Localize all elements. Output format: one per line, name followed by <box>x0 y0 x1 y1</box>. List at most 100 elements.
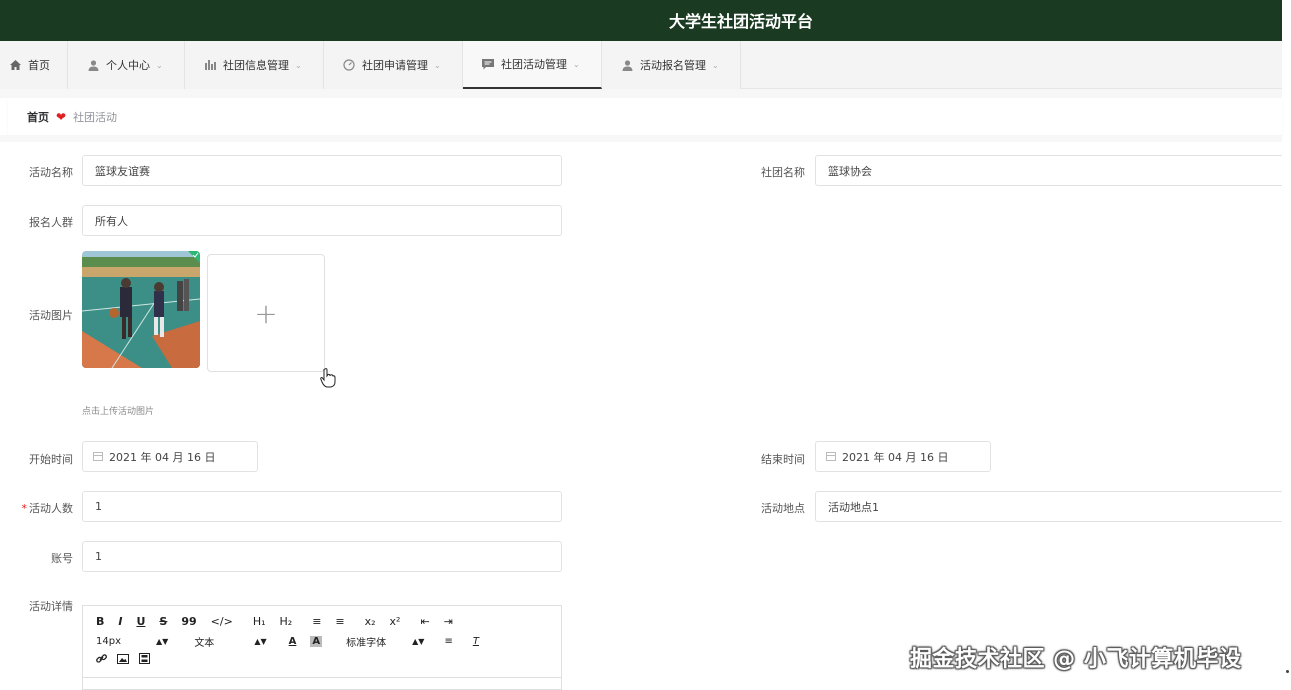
audience-label: 报名人群 <box>29 216 73 229</box>
nav-label: 个人中心 <box>106 59 150 72</box>
rich-text-editor[interactable]: B I U S 99 </> H₁ H₂ ≡ ≡ x₂ x² ⇤ ⇥ 14px … <box>82 605 562 690</box>
audience-value: 所有人 <box>95 214 128 228</box>
nav-label: 社团活动管理 <box>501 58 567 71</box>
nav-item-club-activity[interactable]: 社团活动管理 ⌄ <box>463 41 602 89</box>
location-field[interactable]: 活动地点1 <box>815 491 1282 522</box>
club-name-field[interactable]: 篮球协会 <box>815 155 1282 186</box>
strikethrough-button[interactable]: S <box>159 615 167 628</box>
calendar-icon <box>826 452 836 461</box>
user-icon <box>621 59 633 71</box>
ordered-list-button[interactable]: ≡ <box>312 615 321 628</box>
app-title: 大学生社团活动平台 <box>668 12 813 31</box>
upload-hint: 点击上传活动图片 <box>82 407 155 417</box>
clear-format-icon[interactable]: T <box>473 636 479 647</box>
editor-divider <box>83 677 561 678</box>
dashboard-icon <box>343 59 355 71</box>
blockquote-button[interactable]: 99 <box>181 615 196 628</box>
indent-button[interactable]: ⇥ <box>444 615 453 628</box>
align-icon[interactable]: ≡ <box>444 636 452 647</box>
details-label: 活动详情 <box>29 600 73 613</box>
outdent-button[interactable]: ⇤ <box>420 615 429 628</box>
account-value: 1 <box>95 550 102 563</box>
plus-icon: + <box>254 296 278 330</box>
nav-label: 首页 <box>28 59 50 72</box>
participants-value: 1 <box>95 500 102 513</box>
chevron-down-icon: ⌄ <box>434 60 441 70</box>
watermark-text: 掘金技术社区 @ 小飞计算机毕设 <box>910 647 1242 672</box>
club-name-label: 社团名称 <box>761 166 805 179</box>
dot <box>1286 670 1289 673</box>
chart-icon <box>204 59 216 71</box>
activity-image-thumbnail[interactable] <box>82 251 200 368</box>
nav-label: 活动报名管理 <box>640 59 706 72</box>
select-arrows-icon: ▲▼ <box>254 637 267 646</box>
location-value: 活动地点1 <box>828 500 879 514</box>
activity-name-label: 活动名称 <box>29 166 73 179</box>
font-color-icon[interactable]: A <box>289 636 297 647</box>
editor-toolbar-row <box>96 653 150 667</box>
nav-item-club-application[interactable]: 社团申请管理 ⌄ <box>324 41 463 89</box>
app-header: 大学生社团活动平台 <box>0 0 1282 41</box>
heart-icon: ❤ <box>56 109 67 124</box>
nav-item-activity-signup[interactable]: 活动报名管理 ⌄ <box>602 41 741 89</box>
background-color-icon[interactable]: A <box>310 636 323 647</box>
club-name-value: 篮球协会 <box>828 164 872 178</box>
image-icon[interactable] <box>117 653 129 667</box>
nav-item-club-info[interactable]: 社团信息管理 ⌄ <box>185 41 324 89</box>
chevron-down-icon: ⌄ <box>295 60 302 70</box>
spacer <box>0 135 1282 142</box>
nav-label: 社团信息管理 <box>223 59 289 72</box>
editor-toolbar-row: B I U S 99 </> H₁ H₂ ≡ ≡ x₂ x² ⇤ ⇥ <box>96 615 467 628</box>
start-time-label: 开始时间 <box>29 453 73 466</box>
chevron-down-icon: ⌄ <box>712 60 719 70</box>
participants-label: * 活动人数 <box>21 502 74 515</box>
superscript-button[interactable]: x² <box>390 615 401 628</box>
select-arrows-icon: ▲▼ <box>156 637 169 646</box>
bold-button[interactable]: B <box>96 615 104 628</box>
select-arrows-icon: ▲▼ <box>412 637 425 646</box>
user-icon <box>87 59 99 71</box>
upload-image-button[interactable]: + <box>207 254 325 372</box>
end-time-label: 结束时间 <box>761 453 805 466</box>
activity-name-field[interactable]: 篮球友谊赛 <box>82 155 562 186</box>
calendar-icon <box>93 452 103 461</box>
heading2-button[interactable]: H₂ <box>280 615 293 628</box>
end-time-picker[interactable]: 2021 年 04 月 16 日 <box>815 441 991 472</box>
required-mark: * <box>21 502 28 515</box>
video-icon[interactable] <box>139 653 150 667</box>
link-icon[interactable] <box>96 653 107 667</box>
main-nav: 首页 个人中心 ⌄ 社团信息管理 ⌄ 社团申请管理 ⌄ 社团活动管理 ⌄ 活动报… <box>0 41 1282 89</box>
start-time-value: 2021 年 04 月 16 日 <box>109 450 216 464</box>
nav-item-personal-center[interactable]: 个人中心 ⌄ <box>68 41 185 89</box>
location-label: 活动地点 <box>761 502 805 515</box>
account-label: 账号 <box>51 552 73 565</box>
font-size-select[interactable]: 14px <box>96 636 156 647</box>
participants-field[interactable]: 1 <box>82 491 562 522</box>
end-time-value: 2021 年 04 月 16 日 <box>842 450 949 464</box>
breadcrumb-current: 社团活动 <box>73 110 118 124</box>
bullet-list-button[interactable]: ≡ <box>335 615 344 628</box>
editor-toolbar-row: 14px ▲▼ 文本 ▲▼ A A 标准字体 ▲▼ ≡ T <box>96 634 479 649</box>
breadcrumb-home[interactable]: 首页 <box>27 109 49 125</box>
text-style-select[interactable]: 文本 <box>194 634 254 649</box>
spacer <box>0 89 1282 98</box>
code-button[interactable]: </> <box>211 615 233 628</box>
chevron-down-icon: ⌄ <box>156 60 163 70</box>
account-field[interactable]: 1 <box>82 541 562 572</box>
nav-item-home[interactable]: 首页 <box>0 41 68 89</box>
breadcrumb: 首页 ❤ 社团活动 <box>8 98 1282 135</box>
heading1-button[interactable]: H₁ <box>253 615 266 628</box>
subscript-button[interactable]: x₂ <box>365 615 376 628</box>
font-family-select[interactable]: 标准字体 <box>346 634 412 649</box>
chevron-down-icon: ⌄ <box>573 59 580 69</box>
activity-name-value: 篮球友谊赛 <box>95 164 150 178</box>
italic-button[interactable]: I <box>118 615 122 628</box>
activity-image-label: 活动图片 <box>29 309 73 322</box>
start-time-picker[interactable]: 2021 年 04 月 16 日 <box>82 441 258 472</box>
underline-button[interactable]: U <box>136 615 145 628</box>
nav-label: 社团申请管理 <box>362 59 428 72</box>
home-icon <box>9 59 21 71</box>
hand-cursor-icon <box>320 368 336 391</box>
audience-field[interactable]: 所有人 <box>82 205 562 236</box>
chat-icon <box>482 58 494 70</box>
